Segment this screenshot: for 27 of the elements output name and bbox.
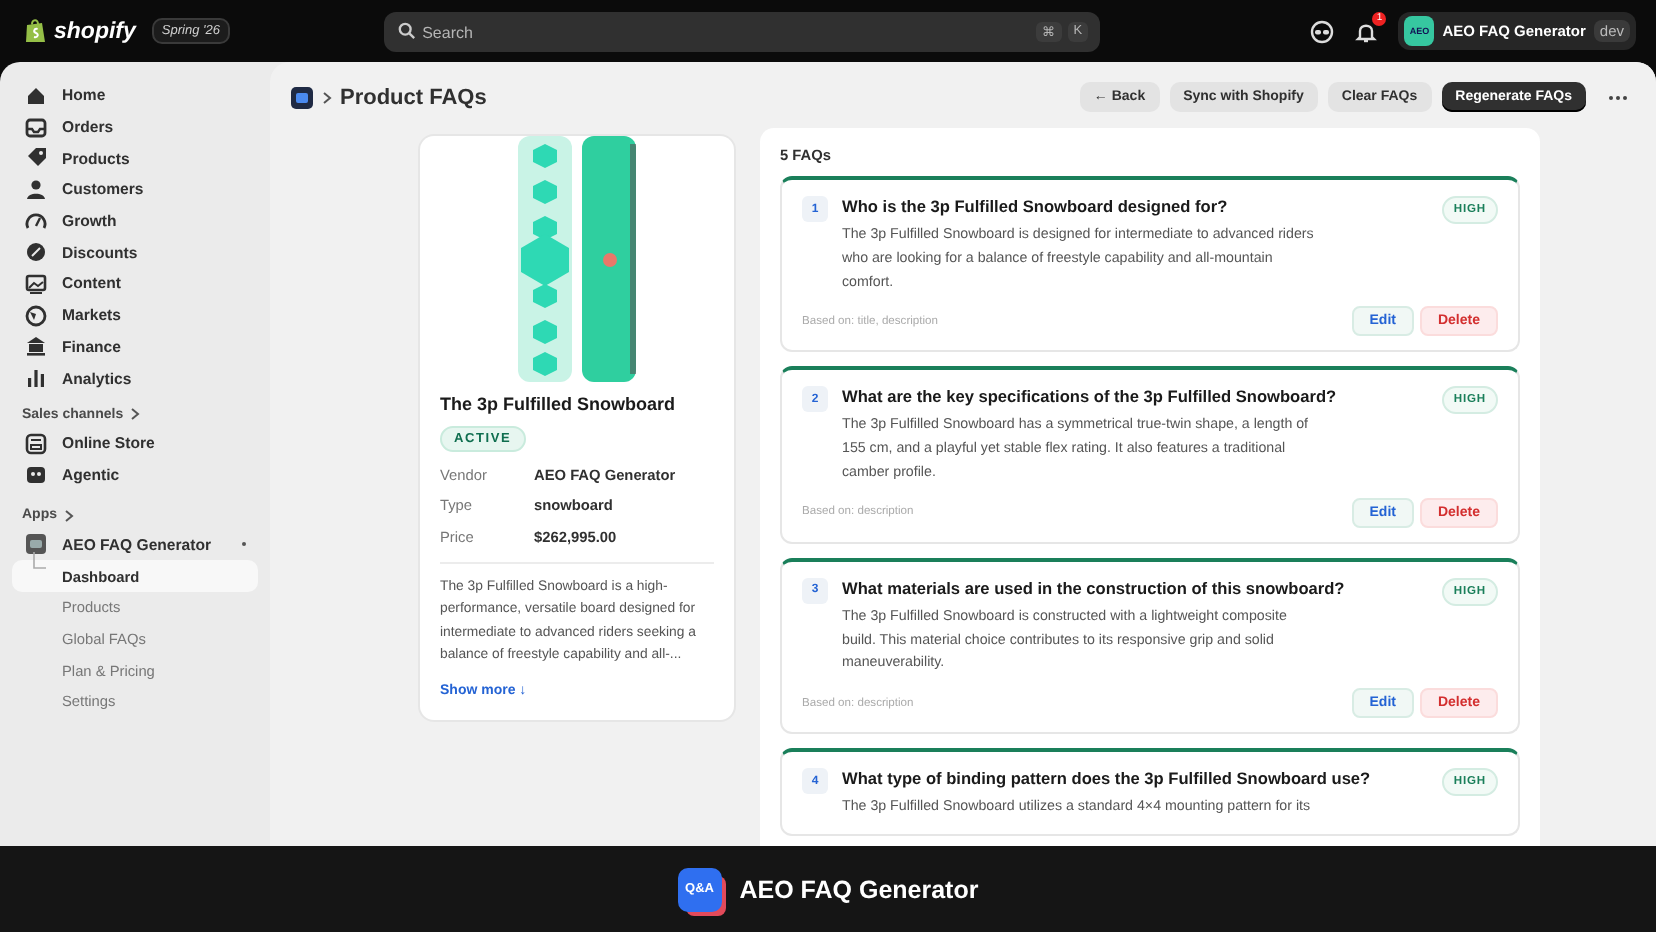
product-name: The 3p Fulfilled Snowboard [440, 394, 678, 414]
image-icon [24, 271, 48, 296]
robot-icon [24, 462, 48, 487]
bank-icon [24, 334, 48, 359]
chevron-right-icon [322, 91, 332, 103]
app-title: AEO FAQ Generator [739, 875, 979, 903]
app-icon [290, 85, 314, 109]
faq-question: Who is the 3p Fulfilled Snowboard designed for? [842, 196, 1230, 218]
shopping-bag-icon [24, 18, 48, 44]
home-icon [24, 83, 48, 108]
app-icon [24, 532, 48, 557]
person-icon [24, 177, 48, 202]
chevron-right-icon [63, 509, 73, 522]
gauge-icon [24, 209, 48, 234]
tray-icon [24, 115, 48, 140]
faq-question: What type of binding pattern does the 3p Fulfilled Snowboard use? [842, 768, 1373, 791]
brand-logo[interactable]: shopify [54, 19, 136, 43]
tag-icon [24, 146, 48, 171]
faq-question: What are the key specifications of the 3p Fulfilled Snowboard? [842, 386, 1339, 409]
more-icon[interactable] [1608, 93, 1628, 101]
storefront-icon [24, 431, 48, 456]
faq-question: What materials are used in the construction of this snowboard? [842, 577, 1347, 600]
search-icon [398, 22, 417, 40]
glasses-icon[interactable] [1310, 19, 1335, 43]
bar-chart-icon [24, 366, 48, 391]
page-title: Product FAQs [340, 85, 487, 109]
chevron-right-icon [129, 408, 140, 421]
